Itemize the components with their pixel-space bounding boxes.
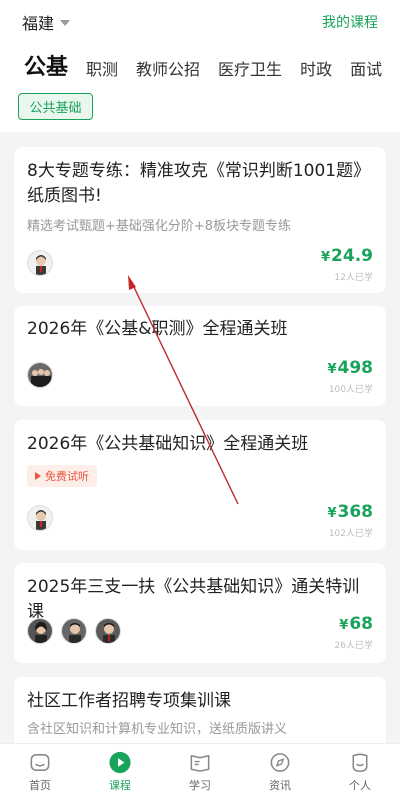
teacher-avatar — [27, 250, 53, 276]
course-card[interactable]: 2025年三支一扶《公共基础知识》通关特训课 ¥68 26人已学 — [14, 563, 386, 663]
course-card[interactable]: 2026年《公共基础知识》全程通关班 免费试听 ¥368 102人已学 — [14, 420, 386, 550]
region-selector[interactable]: 福建 — [22, 10, 71, 34]
tab-interview[interactable]: 面试 — [350, 56, 382, 84]
free-trial-label: 免费试听 — [45, 470, 89, 483]
filter-chip-public-basics[interactable]: 公共基础 — [18, 93, 93, 120]
nav-profile[interactable]: 个人 — [320, 744, 400, 793]
course-card[interactable]: 2026年《公基&职测》全程通关班 ¥498 100人已学 — [14, 306, 386, 406]
my-course-link[interactable]: 我的课程 — [322, 12, 378, 32]
category-tabs: 公基 职测 教师公招 医疗卫生 时政 面试 — [0, 48, 400, 84]
tab-zhice[interactable]: 职测 — [86, 56, 118, 84]
enrolled-count: 26人已学 — [334, 641, 373, 651]
course-title: 2026年《公基&职测》全程通关班 — [27, 319, 288, 339]
bottom-nav: 首页 课程 学习 资讯 个人 — [0, 743, 400, 793]
play-icon — [35, 472, 41, 480]
course-price: ¥68 — [339, 614, 373, 634]
teacher-avatars — [27, 362, 53, 388]
tab-politics[interactable]: 时政 — [300, 56, 332, 84]
enrolled-count: 100人已学 — [328, 385, 373, 395]
top-bar: 福建 我的课程 公基 职测 教师公招 医疗卫生 时政 面试 公共基础 — [0, 0, 400, 132]
compass-icon — [270, 753, 290, 772]
teacher-avatar — [27, 505, 53, 531]
course-title: 2026年《公共基础知识》全程通关班 — [27, 434, 309, 454]
tab-gongji[interactable]: 公基 — [24, 52, 68, 84]
course-subtitle: 精选考试甄题+基础强化分阶+8板块专题专练 — [27, 219, 292, 234]
course-price: ¥24.9 — [321, 246, 373, 266]
nav-label: 资讯 — [269, 779, 291, 792]
teacher-avatars — [27, 505, 53, 531]
chevron-down-icon — [60, 20, 71, 26]
teacher-avatar — [61, 618, 87, 644]
teacher-avatars — [27, 618, 121, 644]
nav-study[interactable]: 学习 — [160, 744, 240, 793]
course-price: ¥368 — [327, 502, 373, 522]
course-subtitle: 含社区知识和计算机专业知识，送纸质版讲义 — [27, 722, 288, 737]
course-title: 社区工作者招聘专项集训课 — [27, 691, 231, 711]
nav-label: 个人 — [349, 779, 371, 792]
nav-label: 学习 — [189, 779, 211, 792]
tab-medical[interactable]: 医疗卫生 — [218, 56, 282, 84]
nav-home[interactable]: 首页 — [0, 744, 80, 793]
nav-course[interactable]: 课程 — [80, 744, 160, 793]
profile-icon — [352, 753, 368, 772]
course-card[interactable]: 8大专题专练：精准攻克《常识判断1001题》纸质图书! 精选考试甄题+基础强化分… — [14, 147, 386, 293]
tab-teacher[interactable]: 教师公招 — [136, 56, 200, 84]
course-price: ¥498 — [327, 358, 373, 378]
home-icon — [30, 754, 50, 771]
nav-label: 课程 — [109, 779, 131, 792]
book-icon — [190, 755, 210, 772]
nav-news[interactable]: 资讯 — [240, 744, 320, 793]
free-trial-badge[interactable]: 免费试听 — [27, 465, 97, 487]
course-play-icon — [109, 751, 131, 774]
enrolled-count: 102人已学 — [328, 529, 373, 539]
teacher-avatars — [27, 250, 53, 276]
enrolled-count: 12人已学 — [334, 273, 373, 283]
region-label: 福建 — [22, 14, 55, 33]
teacher-avatar — [27, 618, 53, 644]
teacher-group-avatar — [27, 362, 53, 388]
course-title: 8大专题专练：精准攻克《常识判断1001题》纸质图书! — [27, 161, 371, 206]
nav-label: 首页 — [29, 779, 51, 792]
teacher-avatar — [95, 618, 121, 644]
